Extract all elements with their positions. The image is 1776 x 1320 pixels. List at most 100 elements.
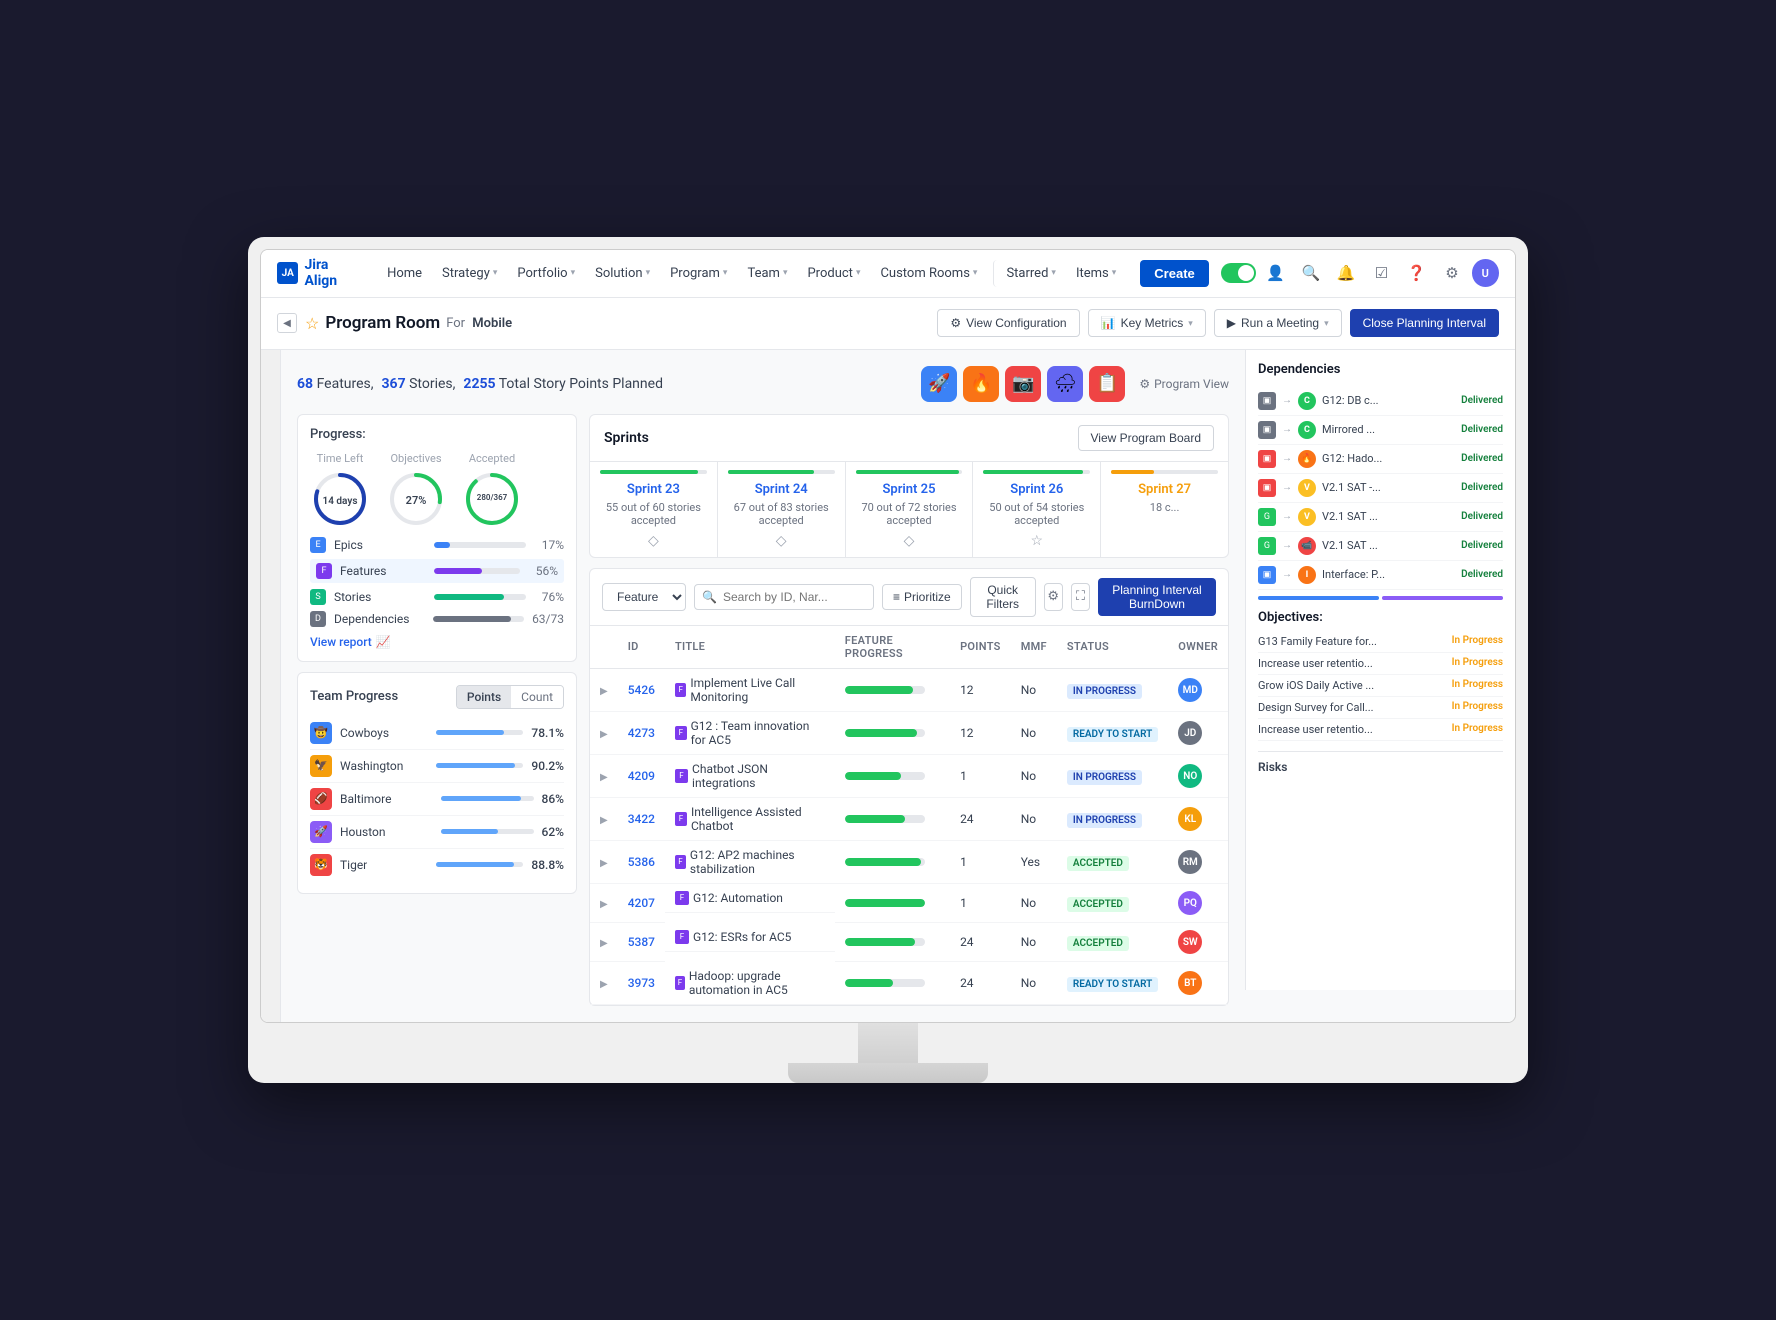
- feature-icon: F: [675, 812, 687, 826]
- points-4207: 1: [950, 884, 1011, 923]
- houston-bar: [441, 829, 534, 834]
- chevron-down-icon: ▾: [1188, 318, 1193, 329]
- settings-icon[interactable]: ⚙: [1436, 257, 1467, 289]
- icon-btn-3[interactable]: 📷: [1005, 366, 1041, 402]
- col-owner[interactable]: Owner: [1168, 626, 1228, 669]
- gear-icon: ⚙: [950, 316, 961, 330]
- points-3422: 24: [950, 798, 1011, 841]
- stats-icons: 🚀 🔥 📷 🌧 📋 ⚙ Program View: [921, 366, 1229, 402]
- status-3973: READY TO START: [1057, 962, 1168, 1005]
- col-mmf[interactable]: MMF: [1011, 626, 1057, 669]
- run-meeting-button[interactable]: ▶ Run a Meeting ▾: [1214, 309, 1342, 337]
- feature-filter-select[interactable]: Feature: [602, 583, 686, 611]
- search-icon[interactable]: 🔍: [1295, 257, 1326, 289]
- nav-product[interactable]: Product ▾: [799, 260, 868, 287]
- settings-icon-btn[interactable]: ⚙: [1044, 583, 1063, 611]
- bell-icon[interactable]: 🔔: [1331, 257, 1362, 289]
- nav-solution[interactable]: Solution ▾: [587, 260, 658, 287]
- tab-points[interactable]: Points: [457, 686, 511, 708]
- id-link-4209[interactable]: 4209: [628, 769, 655, 783]
- obj-status-2: In Progress: [1452, 657, 1503, 668]
- expand-btn-8[interactable]: ▶: [600, 979, 608, 990]
- sprint-26-name[interactable]: Sprint 26: [983, 482, 1090, 497]
- collapse-button[interactable]: ◀: [277, 313, 297, 333]
- nav-team[interactable]: Team ▾: [739, 260, 795, 287]
- sprint-26-icon: ☆: [983, 533, 1090, 549]
- tiger-icon: 🐯: [310, 854, 332, 876]
- key-metrics-button[interactable]: 📊 Key Metrics ▾: [1088, 309, 1206, 337]
- nav-home[interactable]: Home: [379, 260, 430, 287]
- col-points[interactable]: Points: [950, 626, 1011, 669]
- status-3422: IN PROGRESS: [1057, 798, 1168, 841]
- nav-items[interactable]: Items ▾: [1068, 260, 1124, 287]
- expand-icon-btn[interactable]: ⛶: [1071, 583, 1090, 611]
- view-program-board-button[interactable]: View Program Board: [1078, 425, 1215, 451]
- sprint-grid: Sprint 23 55 out of 60 stories accepted …: [590, 462, 1228, 557]
- owner-5386: RM: [1168, 841, 1228, 884]
- dep-right-icon-5: V: [1298, 508, 1316, 526]
- nav-custom-rooms[interactable]: Custom Rooms ▾: [872, 260, 985, 287]
- col-id[interactable]: ID: [618, 626, 665, 669]
- col-feature-progress[interactable]: Feature Progress: [835, 626, 950, 669]
- view-configuration-button[interactable]: ⚙ View Configuration: [937, 309, 1079, 337]
- dep-left-icon-4: ▣: [1258, 479, 1276, 497]
- tasks-icon[interactable]: ☑: [1366, 257, 1397, 289]
- id-link-4273[interactable]: 4273: [628, 726, 655, 740]
- nav-starred[interactable]: Starred ▾: [993, 260, 1064, 287]
- id-link-5426[interactable]: 5426: [628, 683, 655, 697]
- expand-btn-4[interactable]: ▶: [600, 815, 608, 826]
- tab-count[interactable]: Count: [511, 686, 563, 708]
- create-button[interactable]: Create: [1140, 260, 1208, 287]
- icon-btn-2[interactable]: 🔥: [963, 366, 999, 402]
- logo-area: JA Jira Align: [277, 257, 363, 289]
- id-link-4207[interactable]: 4207: [628, 896, 655, 910]
- col-status[interactable]: Status: [1057, 626, 1168, 669]
- expand-btn-5[interactable]: ▶: [600, 858, 608, 869]
- planning-burndown-button[interactable]: Planning Interval BurnDown: [1098, 578, 1216, 616]
- expand-btn-6[interactable]: ▶: [600, 899, 608, 910]
- program-view-icon: ⚙: [1139, 377, 1150, 391]
- prioritize-button[interactable]: ≡ Prioritize: [882, 584, 962, 610]
- nav-portfolio[interactable]: Portfolio ▾: [509, 260, 583, 287]
- sprint-27-name[interactable]: Sprint 27: [1111, 482, 1218, 497]
- expand-btn-2[interactable]: ▶: [600, 729, 608, 740]
- feature-icon: F: [675, 891, 689, 905]
- team-row-washington: 🦅 Washington 90.2%: [310, 750, 564, 783]
- icon-btn-5[interactable]: 📋: [1089, 366, 1125, 402]
- baltimore-bar: [441, 796, 534, 801]
- id-link-5386[interactable]: 5386: [628, 855, 655, 869]
- avatar[interactable]: U: [1472, 259, 1499, 287]
- star-icon[interactable]: ☆: [305, 314, 319, 333]
- nav-program[interactable]: Program ▾: [662, 260, 735, 287]
- expand-btn-7[interactable]: ▶: [600, 938, 608, 949]
- expand-btn-1[interactable]: ▶: [600, 686, 608, 697]
- title-4207: F G12: Automation: [665, 884, 835, 913]
- sprint-25-name[interactable]: Sprint 25: [856, 482, 963, 497]
- quick-filters-button[interactable]: Quick Filters: [970, 577, 1036, 617]
- id-link-3973[interactable]: 3973: [628, 976, 655, 990]
- id-link-5387[interactable]: 5387: [628, 935, 655, 949]
- two-column-layout: Progress: Time Left 14 days: [297, 414, 1229, 1007]
- expand-btn-3[interactable]: ▶: [600, 772, 608, 783]
- sprint-24-name[interactable]: Sprint 24: [728, 482, 835, 497]
- mmf-5387: No: [1011, 923, 1057, 962]
- dep-left-icon-2: ▣: [1258, 421, 1276, 439]
- icon-btn-1[interactable]: 🚀: [921, 366, 957, 402]
- nav-strategy[interactable]: Strategy ▾: [434, 260, 505, 287]
- mmf-4207: No: [1011, 884, 1057, 923]
- dep-right-icon-1: C: [1298, 392, 1316, 410]
- features-pct: 56%: [528, 564, 558, 578]
- tiger-name: Tiger: [340, 858, 428, 872]
- search-input[interactable]: [694, 584, 874, 610]
- sprint-23-name[interactable]: Sprint 23: [600, 482, 707, 497]
- user-icon[interactable]: 👤: [1260, 257, 1291, 289]
- status-4273: READY TO START: [1057, 712, 1168, 755]
- help-icon[interactable]: ❓: [1401, 257, 1432, 289]
- col-title[interactable]: Title: [665, 626, 835, 669]
- toggle-switch[interactable]: [1221, 263, 1256, 283]
- icon-btn-4[interactable]: 🌧: [1047, 366, 1083, 402]
- id-link-3422[interactable]: 3422: [628, 812, 655, 826]
- program-view-button[interactable]: ⚙ Program View: [1139, 377, 1229, 391]
- close-planning-interval-button[interactable]: Close Planning Interval: [1350, 309, 1499, 337]
- view-report-button[interactable]: View report 📈: [310, 635, 564, 649]
